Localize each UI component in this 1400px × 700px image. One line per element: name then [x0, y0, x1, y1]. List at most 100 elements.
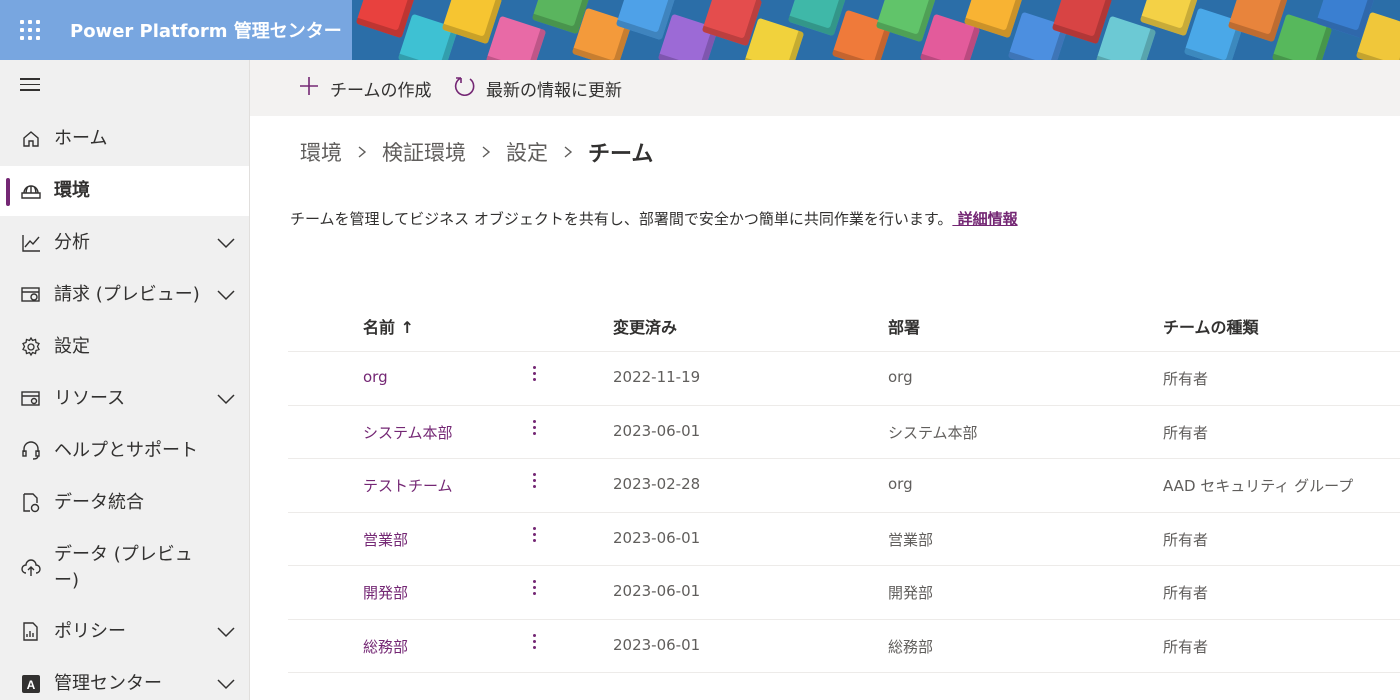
breadcrumb-item-environments[interactable]: 環境: [300, 137, 342, 167]
sidebar-item-help-support[interactable]: ヘルプとサポート: [0, 426, 249, 476]
sidebar-item-label: 請求 (プレビュー): [54, 284, 200, 305]
team-name-link[interactable]: システム本部: [363, 422, 453, 443]
chevron-down-icon[interactable]: [216, 389, 236, 409]
column-header-name[interactable]: 名前 ↑: [363, 314, 414, 338]
sidebar-item-admin-centers[interactable]: A 管理センター: [0, 659, 249, 700]
teams-table: 名前 ↑ 変更済み 部署 チームの種類 org 2022-11-19 org 所…: [288, 298, 1400, 673]
modified-date: 2023-06-01: [613, 528, 701, 547]
plus-icon: [298, 75, 320, 101]
chevron-right-icon: [564, 146, 573, 158]
table-row[interactable]: 総務部 2023-06-01 総務部 所有者: [288, 620, 1400, 673]
team-name-link[interactable]: 開発部: [363, 582, 408, 603]
app-title[interactable]: Power Platform 管理センター: [70, 17, 342, 43]
more-options-icon[interactable]: [528, 632, 540, 656]
refresh-button[interactable]: 最新の情報に更新: [454, 60, 622, 116]
sidebar-item-environments[interactable]: 環境: [0, 166, 249, 216]
department: 総務部: [888, 637, 934, 656]
column-header-department[interactable]: 部署: [888, 314, 920, 338]
command-bar: チームの作成 最新の情報に更新: [250, 60, 1400, 116]
billing-icon: [20, 284, 42, 306]
chevron-down-icon[interactable]: [216, 233, 236, 253]
team-type: 所有者: [1163, 637, 1209, 656]
sidebar-item-data-integration[interactable]: データ統合: [0, 478, 249, 528]
more-options-icon[interactable]: [528, 525, 540, 549]
sidebar-item-label: データ統合: [54, 492, 144, 513]
sidebar-item-label: 環境: [54, 180, 90, 201]
department: org: [888, 368, 913, 386]
table-row[interactable]: テストチーム 2023-02-28 org AAD セキュリティ グループ: [288, 459, 1400, 513]
cloud-upload-icon: [20, 557, 42, 579]
sidebar-item-settings[interactable]: 設定: [0, 322, 249, 372]
table-header: 名前 ↑ 変更済み 部署 チームの種類: [288, 298, 1400, 352]
headset-icon: [20, 440, 42, 462]
sidebar-item-billing[interactable]: 請求 (プレビュー): [0, 270, 249, 320]
more-options-icon[interactable]: [528, 364, 540, 388]
globe-icon: [20, 180, 42, 202]
svg-text:A: A: [27, 678, 36, 692]
chart-icon: [20, 232, 42, 254]
sidebar-item-label: 設定: [54, 336, 90, 357]
team-type: 所有者: [1163, 423, 1209, 442]
sidebar-item-label: データ (プレビュー): [54, 544, 193, 591]
header-brand-area: Power Platform 管理センター: [0, 0, 352, 60]
modified-date: 2022-11-19: [613, 368, 701, 386]
sidebar-item-label: 分析: [54, 232, 90, 253]
resources-icon: [20, 388, 42, 410]
sidebar-item-data-preview[interactable]: データ (プレビュー): [0, 540, 249, 596]
more-options-icon[interactable]: [528, 418, 540, 442]
description-text: チームを管理してビジネス オブジェクトを共有し、部署間で安全かつ簡単に共同作業を…: [290, 210, 953, 228]
modified-date: 2023-06-01: [613, 582, 701, 600]
header-banner-image: [352, 0, 1400, 60]
department: 営業部: [888, 530, 934, 549]
chevron-down-icon[interactable]: [216, 285, 236, 305]
table-row[interactable]: システム本部 2023-06-01 システム本部 所有者: [288, 406, 1400, 459]
table-row[interactable]: org 2022-11-19 org 所有者: [288, 352, 1400, 406]
refresh-label: 最新の情報に更新: [486, 80, 622, 101]
sidebar-item-label: リソース: [54, 388, 126, 409]
create-team-label: チームの作成: [330, 80, 432, 101]
chevron-down-icon[interactable]: [216, 622, 236, 642]
department: org: [888, 475, 913, 493]
breadcrumb-item-settings[interactable]: 設定: [506, 137, 548, 167]
app-launcher-icon[interactable]: [0, 0, 60, 60]
column-header-modified[interactable]: 変更済み: [613, 314, 677, 338]
team-name-link[interactable]: テストチーム: [363, 475, 453, 496]
modified-date: 2023-06-01: [613, 635, 701, 654]
team-name-link[interactable]: 総務部: [363, 636, 408, 657]
breadcrumb-item-environment-name[interactable]: 検証環境: [382, 137, 466, 167]
breadcrumb: 環境 検証環境 設定 チーム: [300, 136, 653, 168]
sidebar-item-label: ポリシー: [54, 621, 126, 642]
sidebar-item-label: ヘルプとサポート: [54, 440, 198, 461]
column-header-team-type[interactable]: チームの種類: [1163, 314, 1259, 338]
more-options-icon[interactable]: [528, 578, 540, 602]
refresh-icon: [454, 75, 476, 101]
sidebar-item-policies[interactable]: ポリシー: [0, 607, 249, 657]
left-nav: ホーム 環境 分析 請求 (プレビュー) 設定 リソース ヘルプとサポート デー…: [0, 60, 250, 700]
team-type: 所有者: [1163, 370, 1209, 388]
sidebar-item-label: ホーム: [54, 128, 108, 149]
data-integration-icon: [20, 492, 42, 514]
learn-more-link[interactable]: 詳細情報: [952, 210, 1018, 228]
table-row[interactable]: 開発部 2023-06-01 開発部 所有者: [288, 566, 1400, 620]
sidebar-item-home[interactable]: ホーム: [0, 114, 249, 164]
page-title: チーム: [588, 142, 654, 167]
table-row[interactable]: 営業部 2023-06-01 営業部 所有者: [288, 513, 1400, 566]
sidebar-item-resources[interactable]: リソース: [0, 374, 249, 424]
admin-center-icon: A: [20, 673, 42, 695]
team-type: 所有者: [1163, 530, 1209, 549]
more-options-icon[interactable]: [528, 471, 540, 495]
team-name-link[interactable]: 営業部: [363, 529, 408, 550]
department: システム本部: [888, 423, 978, 442]
chevron-down-icon[interactable]: [216, 674, 236, 694]
page-description: チームを管理してビジネス オブジェクトを共有し、部署間で安全かつ簡単に共同作業を…: [290, 208, 1018, 229]
sidebar-item-analytics[interactable]: 分析: [0, 218, 249, 268]
create-team-button[interactable]: チームの作成: [298, 60, 432, 116]
modified-date: 2023-02-28: [613, 475, 701, 493]
modified-date: 2023-06-01: [613, 421, 701, 440]
home-icon: [20, 128, 42, 150]
team-type: 所有者: [1163, 584, 1209, 602]
team-name-link[interactable]: org: [363, 368, 388, 386]
hamburger-menu-icon[interactable]: [20, 78, 40, 92]
chevron-right-icon: [482, 146, 491, 158]
top-header: Power Platform 管理センター: [0, 0, 1400, 60]
